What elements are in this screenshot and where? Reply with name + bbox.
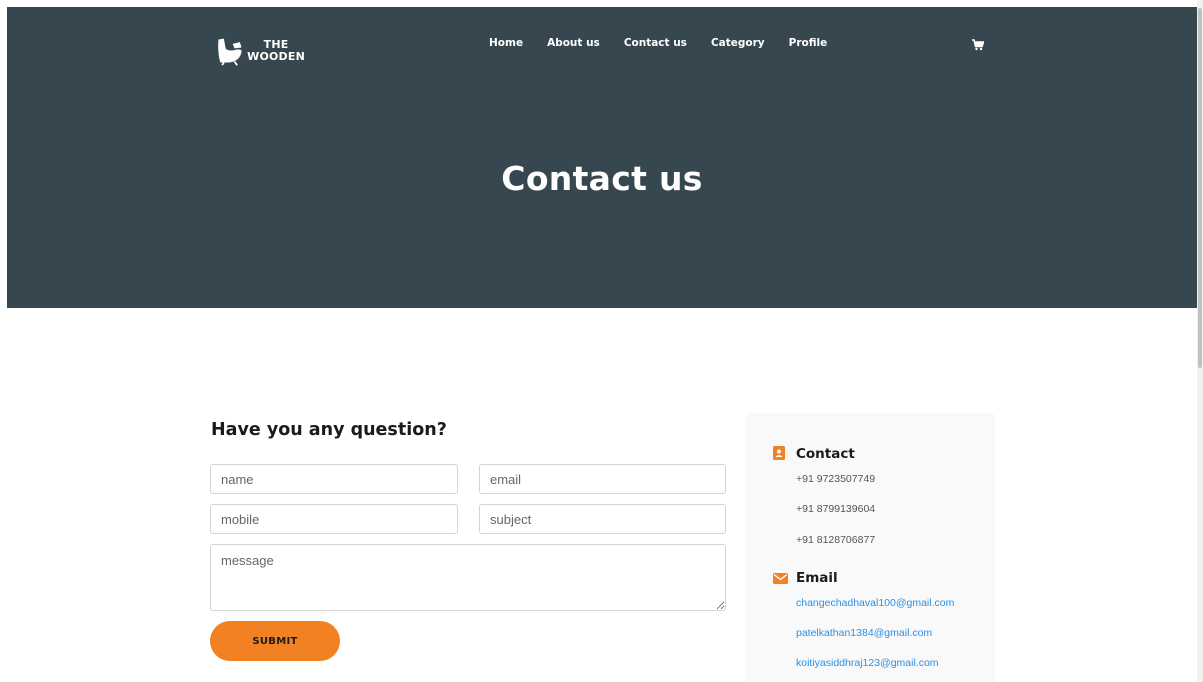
hero-banner: THE WOODEN Home About us Contact us Cate…: [7, 7, 1197, 308]
phone-1: +91 9723507749: [796, 473, 876, 485]
cart-icon: [972, 39, 985, 51]
name-input[interactable]: [210, 464, 458, 494]
envelope-icon: [773, 573, 788, 584]
top-strip: [0, 0, 1203, 7]
phone-2: +91 8799139604: [796, 503, 876, 515]
page: THE WOODEN Home About us Contact us Cate…: [0, 0, 1203, 682]
brand-name: THE WOODEN: [247, 39, 305, 63]
nav-contact-us[interactable]: Contact us: [624, 37, 687, 49]
address-book-icon: [773, 446, 785, 460]
email-link-1[interactable]: changechadhaval100@gmail.com: [796, 597, 954, 609]
nav-home[interactable]: Home: [489, 37, 523, 49]
page-scrollbar[interactable]: [1197, 0, 1203, 682]
cart-button[interactable]: [972, 38, 985, 51]
nav-profile[interactable]: Profile: [789, 37, 828, 49]
nav-category[interactable]: Category: [711, 37, 765, 49]
subject-input[interactable]: [479, 504, 726, 534]
form-heading: Have you any question?: [211, 420, 447, 440]
email-heading: Email: [796, 570, 838, 586]
email-input[interactable]: [479, 464, 726, 494]
phone-3: +91 8128706877: [796, 534, 876, 546]
email-link-2[interactable]: patelkathan1384@gmail.com: [796, 627, 932, 639]
mobile-input[interactable]: [210, 504, 458, 534]
chair-logo-icon: [218, 38, 242, 66]
contact-heading: Contact: [796, 446, 855, 462]
brand-line-2: WOODEN: [247, 50, 305, 63]
submit-button[interactable]: SUBMIT: [210, 621, 340, 661]
contact-info-card: Contact +91 9723507749 +91 8799139604 +9…: [746, 413, 995, 682]
nav-about-us[interactable]: About us: [547, 37, 600, 49]
message-textarea[interactable]: [210, 544, 726, 611]
page-title: Contact us: [501, 159, 703, 198]
brand-logo[interactable]: THE WOODEN: [215, 31, 305, 71]
email-link-3[interactable]: koitiyasiddhraj123@gmail.com: [796, 657, 939, 669]
main-nav: Home About us Contact us Category Profil…: [489, 37, 851, 49]
scrollbar-thumb[interactable]: [1198, 8, 1202, 368]
